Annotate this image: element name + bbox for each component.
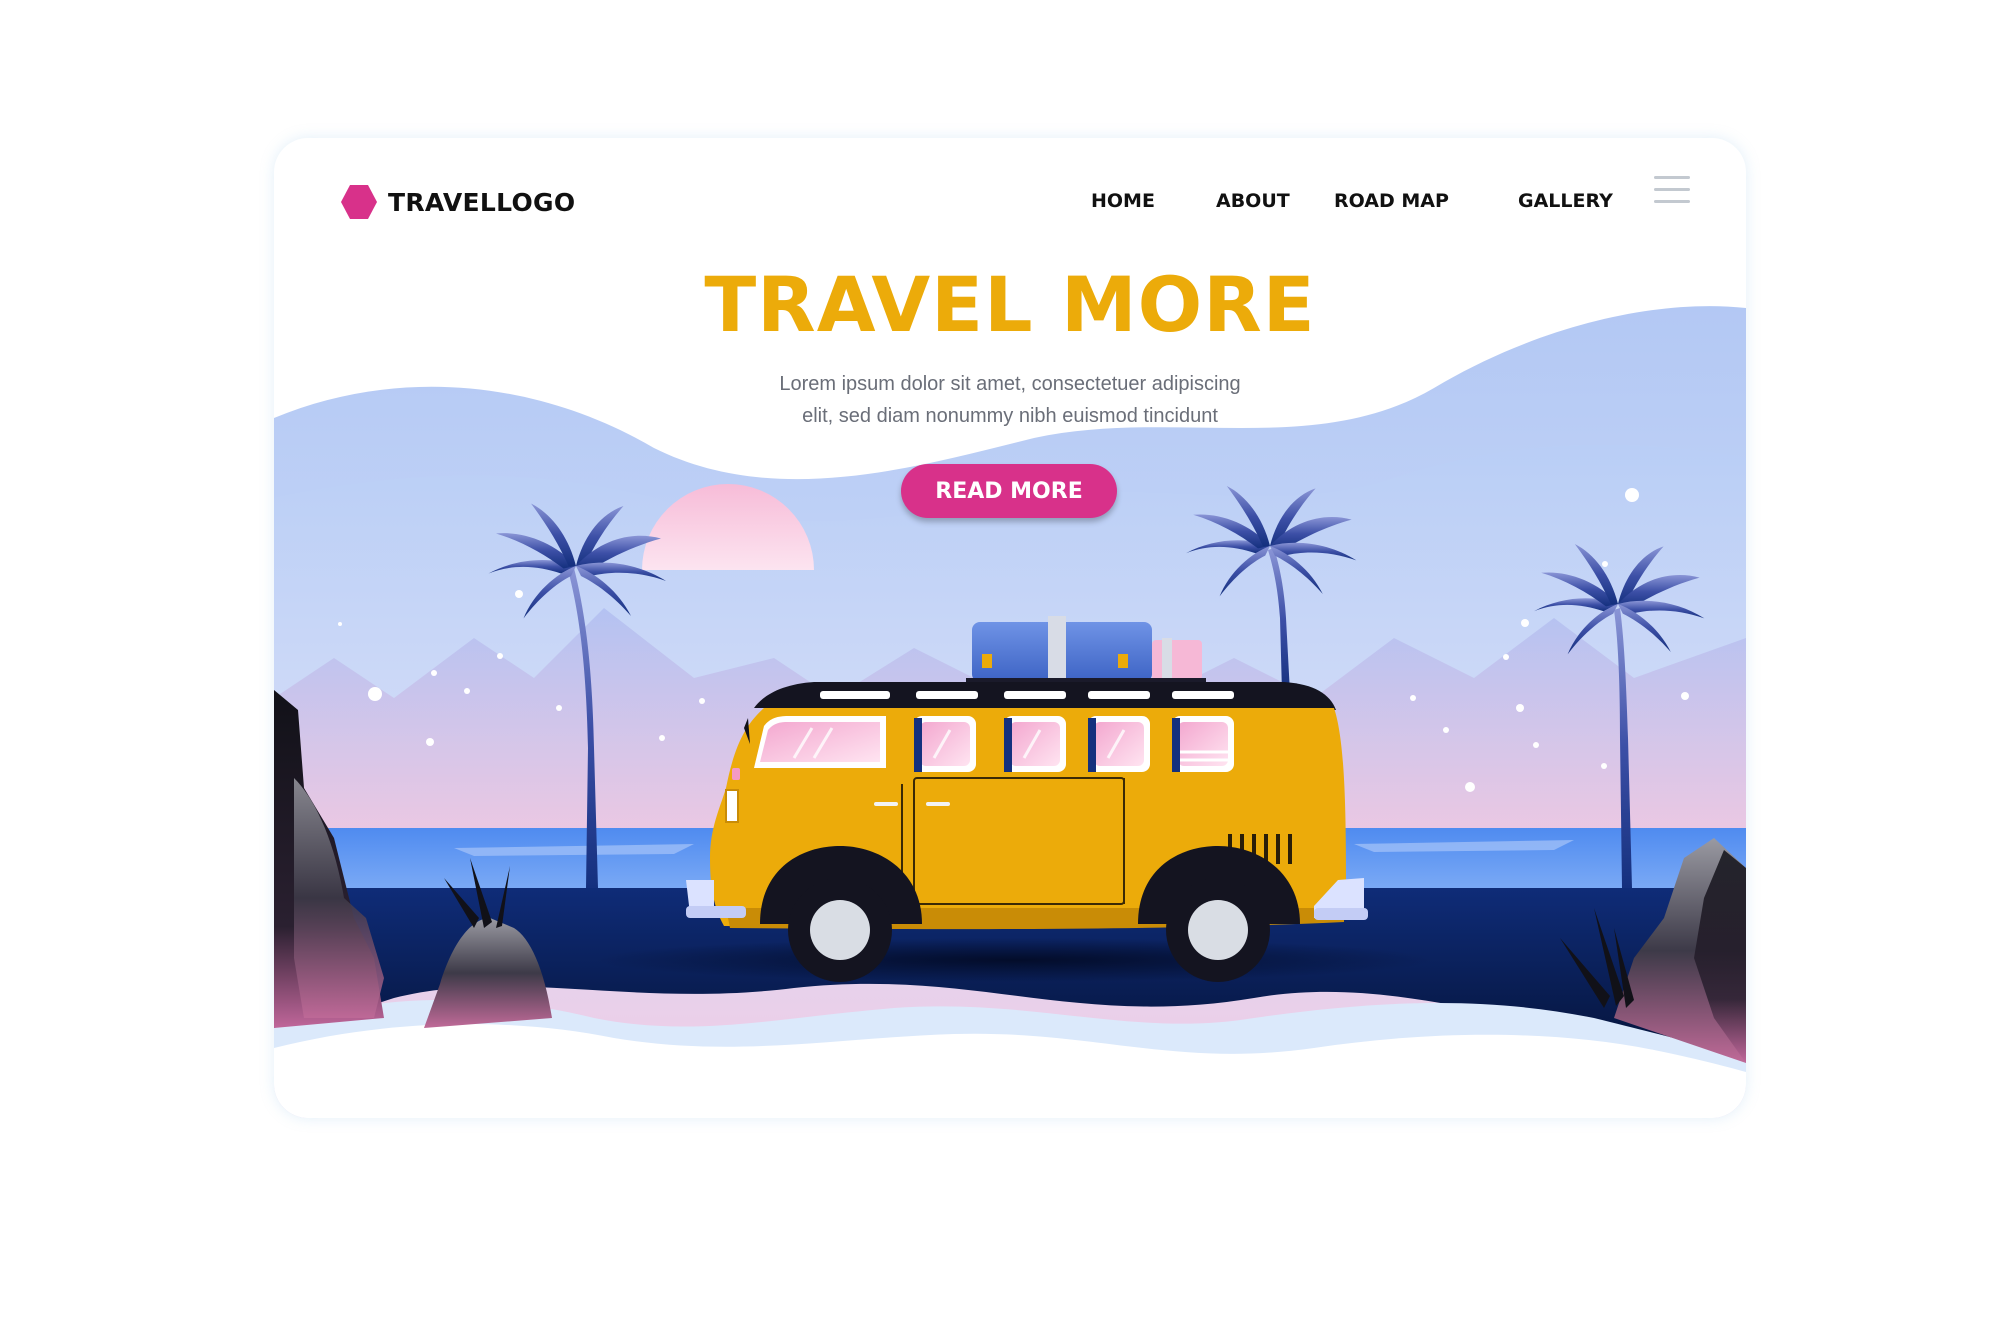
nav-link-home[interactable]: HOME [1091,190,1155,212]
nav-link-gallery[interactable]: GALLERY [1518,190,1613,212]
logo-text: TRAVELLOGO [388,187,576,217]
landing-card: TRAVELLOGO HOME ABOUT ROAD MAP GALLERY T… [274,138,1746,1118]
hero-description-line-1: Lorem ipsum dolor sit amet, consectetuer… [779,373,1241,395]
read-more-button[interactable]: READ MORE [901,464,1117,518]
nav-link-road-map[interactable]: ROAD MAP [1334,190,1449,212]
hexagon-icon [341,185,377,219]
nav-link-about[interactable]: ABOUT [1216,190,1290,212]
hamburger-menu-icon[interactable] [1654,176,1690,212]
hero-description-line-2: elit, sed diam nonummy nibh euismod tinc… [802,405,1218,427]
logo[interactable]: TRAVELLOGO [340,182,575,222]
hero-description: Lorem ipsum dolor sit amet, consectetuer… [274,368,1746,432]
hero-title: TRAVEL MORE [704,260,1316,349]
